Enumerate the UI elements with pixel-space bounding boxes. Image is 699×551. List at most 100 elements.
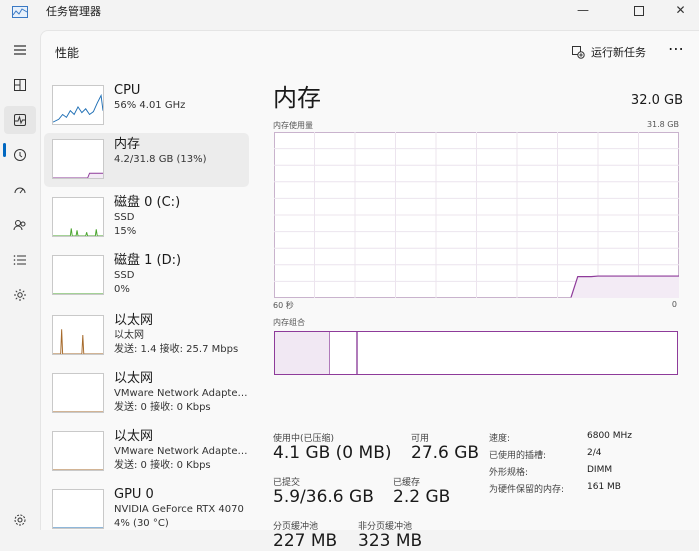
more-options-button[interactable]: ⋯ [663,39,689,58]
usage-chart-max: 31.8 GB [646,120,679,129]
device-thumbnail [52,373,104,413]
device-name: GPU 0 [114,487,154,502]
hamburger-menu-button[interactable] [4,36,36,64]
nav-performance[interactable] [4,106,36,134]
speed-value: 6800 MHz [587,431,633,441]
device-ethernet-2[interactable]: 以太网 VMware Network Adapte… 发送: 0 接收: 0 K… [44,425,249,479]
composition-in-use [275,332,330,374]
usage-chart-label: 内存使用量 [273,121,313,130]
thumbnail-area [53,173,103,178]
device-detail: 56% 4.01 GHz [114,100,186,111]
cached-value: 2.2 GB [393,487,451,507]
composition-standby [357,332,358,374]
device-detail: VMware Network Adapte… [114,446,248,457]
device-thumbnail [52,489,104,529]
device-thumbnail [52,85,104,125]
device-throughput: 发送: 0 接收: 0 Kbps [114,402,211,413]
device-ethernet-1[interactable]: 以太网 VMware Network Adapte… 发送: 0 接收: 0 K… [44,367,249,421]
hardware-reserved-label: 为硬件保留的内存: [489,485,565,495]
panel-header: 性能 运行新任务 ⋯ [41,31,699,73]
x-axis-start-label: 60 秒 [273,301,294,310]
slots-label: 已使用的插槽: [489,451,547,461]
slots-value: 2/4 [587,448,602,458]
device-throughput: 发送: 0 接收: 0 Kbps [114,460,211,471]
available-value: 27.6 GB [411,443,480,463]
nav-users[interactable] [4,211,36,239]
composition-label: 内存组合 [273,318,305,327]
paged-pool-value: 227 MB [273,531,338,551]
device-thumbnail [52,431,104,471]
device-cpu[interactable]: CPU 56% 4.01 GHz [44,79,249,133]
new-task-icon [572,46,585,59]
minimize-button[interactable]: — [560,0,606,22]
task-manager-icon [12,6,28,18]
device-disk-1[interactable]: 磁盘 1 (D:) SSD 0% [44,249,249,303]
committed-value: 5.9/36.6 GB [273,487,374,507]
device-thumbnail [52,315,104,355]
services-icon [14,289,26,301]
device-name: 以太网 [114,313,154,328]
startup-icon [14,187,26,194]
device-thumbnail [52,255,104,295]
app-history-icon [14,149,26,161]
device-name: CPU [114,83,141,98]
thumbnail-line [53,329,103,354]
memory-total: 32.0 GB [630,93,683,108]
menu-icon [14,45,26,55]
device-memory[interactable]: 内存 4.2/31.8 GB (13%) [44,133,249,187]
memory-usage-chart [274,132,679,298]
usage-area [571,276,679,298]
navigation-rail [0,30,40,529]
main-panel: 性能 运行新任务 ⋯ CPU 56% 4.01 GHz 内存 4.2/31.8 … [40,30,699,551]
memory-composition-bar [274,331,678,375]
device-name: 磁盘 0 (C:) [114,195,181,210]
device-throughput: 发送: 1.4 接收: 25.7 Mbps [114,344,239,355]
x-axis-end-label: 0 [671,300,677,309]
composition-modified [330,332,357,374]
run-new-task-button[interactable]: 运行新任务 [571,44,646,60]
processes-icon [14,79,26,91]
page-title: 性能 [55,46,80,60]
form-factor-value: DIMM [587,465,613,475]
nav-startup[interactable] [4,176,36,204]
nav-services[interactable] [4,281,36,309]
thumbnail-line [53,228,103,236]
thumbnail-line [53,93,103,123]
nav-details[interactable] [4,246,36,274]
nonpaged-pool-value: 323 MB [358,531,423,551]
detail-title: 内存 [273,84,321,112]
device-name: 内存 [114,137,141,152]
device-thumbnail [52,139,104,179]
maximize-button[interactable] [616,0,662,22]
device-detail: 4.2/31.8 GB (13%) [114,154,207,165]
run-new-task-label: 运行新任务 [591,46,646,59]
in-use-value: 4.1 GB (0 MB) [273,443,392,463]
window-title: 任务管理器 [46,5,101,18]
close-button[interactable]: ✕ [662,0,699,22]
settings-icon [14,514,26,526]
title-bar: 任务管理器 — ✕ [0,0,699,30]
device-thumbnail [52,197,104,237]
nav-app-history[interactable] [4,141,36,169]
device-ethernet-0[interactable]: 以太网 以太网 发送: 1.4 接收: 25.7 Mbps [44,309,249,363]
maximize-icon [634,5,644,16]
device-detail: VMware Network Adapte… [114,388,248,399]
details-icon [13,255,26,265]
nav-processes[interactable] [4,71,36,99]
performance-icon [14,114,26,126]
device-disk-0[interactable]: 磁盘 0 (C:) SSD 15% [44,191,249,245]
device-detail: 以太网 [114,330,144,341]
device-name: 以太网 [114,371,154,386]
device-detail: SSD [114,212,135,223]
speed-label: 速度: [489,434,511,444]
device-detail: NVIDIA GeForce RTX 4070 [114,504,244,515]
hardware-reserved-value: 161 MB [587,482,621,492]
device-usage: 4% (30 °C) [114,518,169,529]
form-factor-label: 外形规格: [489,468,529,478]
device-usage: 0% [114,284,130,295]
device-name: 磁盘 1 (D:) [114,253,182,268]
device-name: 以太网 [114,429,154,444]
device-detail: SSD [114,270,135,281]
nav-settings[interactable] [4,506,36,534]
users-icon [13,220,26,231]
